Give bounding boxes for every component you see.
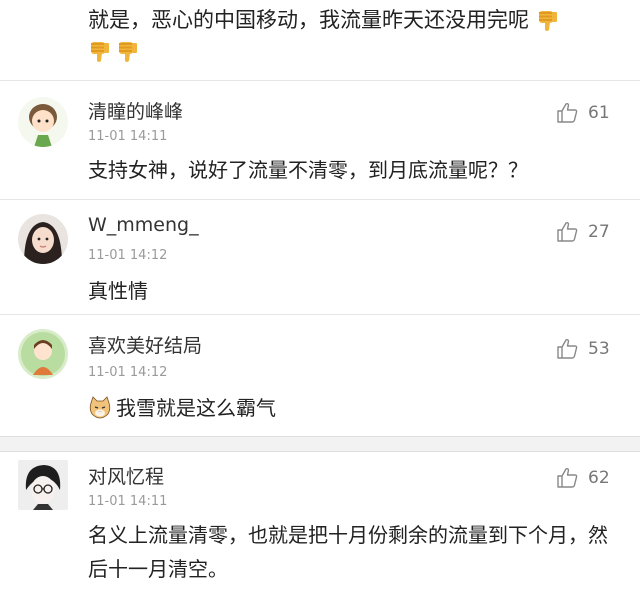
thumbs-down-emoji-row bbox=[88, 40, 144, 64]
username[interactable]: W_mmeng_ bbox=[88, 214, 199, 236]
comment-text-row: 我雪就是这么霸气 bbox=[88, 391, 608, 425]
comment-text: 真性情 bbox=[88, 279, 148, 303]
like-count: 62 bbox=[588, 468, 610, 488]
timestamp: 11-01 14:12 bbox=[88, 365, 168, 380]
like-button[interactable]: 27 bbox=[556, 220, 610, 244]
username[interactable]: 喜欢美好结局 bbox=[88, 331, 202, 358]
avatar[interactable] bbox=[18, 329, 68, 379]
thumbs-down-emoji-icon bbox=[91, 42, 109, 62]
avatar[interactable] bbox=[18, 460, 68, 510]
username[interactable]: 对风忆程 bbox=[88, 462, 164, 489]
thumbs-up-outline-icon bbox=[557, 467, 578, 488]
avatar-image bbox=[18, 214, 68, 264]
timestamp: 11-01 14:11 bbox=[88, 129, 168, 144]
previous-comment-text: 就是，恶心的中国移动，我流量昨天还没用完呢 bbox=[88, 8, 529, 32]
thumbs-up-outline-icon bbox=[557, 221, 578, 242]
comment-text: 我雪就是这么霸气 bbox=[116, 396, 276, 420]
like-button[interactable]: 53 bbox=[556, 337, 610, 361]
avatar-image bbox=[18, 97, 68, 147]
comment-item: 喜欢美好结局 11-01 14:12 53 我雪就是这么霸气 bbox=[0, 315, 640, 433]
cat-face-emoji-icon bbox=[89, 396, 111, 419]
comment-text: 支持女神，说好了流量不清零，到月底流量呢？？ bbox=[88, 158, 528, 182]
avatar[interactable] bbox=[18, 97, 68, 147]
comment-item: 清瞳的峰峰 11-01 14:11 61 支持女神，说好了流量不清零，到月底流量… bbox=[0, 81, 640, 199]
thumbs-down-emoji-icon bbox=[538, 11, 557, 31]
thumbs-up-outline-icon bbox=[557, 102, 578, 123]
avatar-image bbox=[18, 329, 68, 379]
username[interactable]: 清瞳的峰峰 bbox=[88, 97, 183, 124]
avatar[interactable] bbox=[18, 214, 68, 264]
comment-item: W_mmeng_ 11-01 14:12 27 真性情 bbox=[0, 200, 640, 312]
thumbs-down-emoji-icon bbox=[119, 42, 137, 62]
avatar-image bbox=[18, 460, 68, 510]
timestamp: 11-01 14:11 bbox=[88, 494, 168, 509]
like-button[interactable]: 62 bbox=[556, 466, 610, 490]
thumbs-up-outline-icon bbox=[557, 338, 578, 359]
like-count: 53 bbox=[588, 339, 610, 359]
like-count: 61 bbox=[588, 103, 610, 123]
like-count: 27 bbox=[588, 222, 610, 242]
section-divider bbox=[0, 436, 640, 452]
previous-comment-fragment: 就是，恶心的中国移动，我流量昨天还没用完呢 bbox=[0, 0, 640, 78]
comment-item: 对风忆程 11-01 14:11 62 名义上流量清零，也就是把十月份剩余的流量… bbox=[0, 452, 640, 597]
like-button[interactable]: 61 bbox=[556, 101, 610, 125]
comment-text: 名义上流量清零，也就是把十月份剩余的流量到下个月，然后十一月清空。 bbox=[88, 523, 608, 581]
timestamp: 11-01 14:12 bbox=[88, 248, 168, 263]
